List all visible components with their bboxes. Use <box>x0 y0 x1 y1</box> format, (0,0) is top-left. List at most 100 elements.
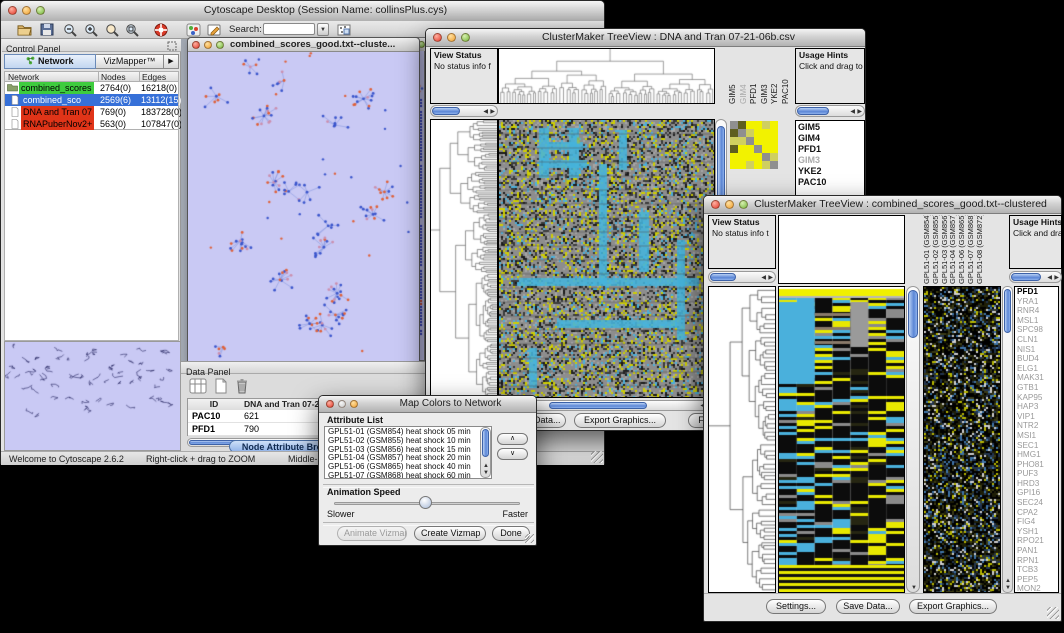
gene-label[interactable]: MON2 <box>1015 584 1058 593</box>
attribute-item[interactable]: GPL51-07 (GSM868) heat shock 60 min <box>325 472 491 479</box>
matrix-cell[interactable] <box>730 153 738 161</box>
gene-label[interactable]: MSI1 <box>1015 431 1058 441</box>
matrix-cell[interactable] <box>746 161 754 169</box>
attribute-list[interactable]: GPL51-01 (GSM854) heat shock 05 minGPL51… <box>324 426 492 479</box>
gene-label[interactable]: FIG4 <box>1015 517 1058 527</box>
gene-label[interactable]: RPO21 <box>1015 536 1058 546</box>
treeview1-title-bar[interactable]: ClusterMaker TreeView : DNA and Tran 07-… <box>426 29 865 47</box>
network-table-row[interactable]: combined_scores2764(0)16218(0) <box>5 82 178 94</box>
col-header-network[interactable]: Network <box>8 72 39 82</box>
col-header-nodes[interactable]: Nodes <box>98 72 126 82</box>
matrix-cell[interactable] <box>762 161 770 169</box>
gene-label[interactable]: MSL1 <box>1015 316 1058 326</box>
minimize-button[interactable] <box>725 200 734 209</box>
tv1-row-label[interactable]: GIM3 <box>796 155 864 166</box>
network-name[interactable]: combined_scores <box>19 82 94 94</box>
tv1-row-dendrogram[interactable] <box>430 119 498 398</box>
new-document-icon[interactable] <box>213 378 229 394</box>
network-overview-panel[interactable] <box>4 341 181 451</box>
gene-label[interactable]: KAP95 <box>1015 393 1058 403</box>
matrix-cell[interactable] <box>762 129 770 137</box>
tv1-row-label[interactable]: GIM5 <box>796 122 864 133</box>
gene-label[interactable]: CPA2 <box>1015 508 1058 518</box>
tab-network[interactable]: Network <box>4 54 96 69</box>
move-down-button[interactable]: ∨ <box>497 448 528 460</box>
gene-label[interactable]: SPC98 <box>1015 325 1058 335</box>
matrix-cell[interactable] <box>762 153 770 161</box>
network-table-row[interactable]: combined_sco2569(6)13112(15) <box>5 94 178 106</box>
tv2-button[interactable]: Export Graphics... <box>909 599 997 614</box>
trash-icon[interactable] <box>235 378 249 394</box>
gene-label[interactable]: PAN1 <box>1015 546 1058 556</box>
resize-grip[interactable] <box>525 534 534 543</box>
table-grid-icon[interactable] <box>189 378 207 394</box>
close-button[interactable] <box>326 400 334 408</box>
treeview2-title-bar[interactable]: ClusterMaker TreeView : combined_scores_… <box>704 196 1061 214</box>
tv1-column-label[interactable]: GIM3 <box>761 48 771 104</box>
tv1-summary-matrix[interactable] <box>730 121 778 169</box>
tv2-global-vscrollbar[interactable]: ▲ ▼ <box>1002 286 1013 593</box>
gene-label[interactable]: NIS1 <box>1015 345 1058 355</box>
minimize-button[interactable] <box>447 33 456 42</box>
gene-label[interactable]: CLN1 <box>1015 335 1058 345</box>
matrix-cell[interactable] <box>754 161 762 169</box>
open-file-icon[interactable] <box>17 23 32 36</box>
network-name[interactable]: DNA and Tran 07 <box>21 106 94 118</box>
gene-label[interactable]: PUF3 <box>1015 469 1058 479</box>
gene-label[interactable]: NTR2 <box>1015 421 1058 431</box>
tab-overflow-button[interactable]: ▶ <box>164 54 179 69</box>
matrix-cell[interactable] <box>730 121 738 129</box>
float-panel-icon[interactable] <box>167 41 177 51</box>
tv1-row-label[interactable]: GIM4 <box>796 133 864 144</box>
zoom-selected-icon[interactable] <box>105 23 120 37</box>
network-table-row[interactable]: DNA and Tran 07769(0)183728(0) <box>5 106 178 118</box>
zoom-in-icon[interactable] <box>84 23 99 37</box>
matrix-cell[interactable] <box>754 121 762 129</box>
matrix-cell[interactable] <box>738 137 746 145</box>
tv2-button[interactable]: Settings... <box>766 599 826 614</box>
animation-slider-thumb[interactable] <box>419 496 432 509</box>
matrix-cell[interactable] <box>770 145 778 153</box>
resize-grip[interactable] <box>1047 607 1059 619</box>
tab-vizmapper[interactable]: VizMapper™ <box>96 54 164 69</box>
gene-label[interactable]: MAK31 <box>1015 373 1058 383</box>
id-column-header[interactable]: ID <box>188 399 241 410</box>
matrix-cell[interactable] <box>738 161 746 169</box>
tv2-button[interactable]: Save Data... <box>836 599 900 614</box>
annotation-icon[interactable] <box>207 23 222 37</box>
zoom-out-icon[interactable] <box>63 23 78 37</box>
matrix-cell[interactable] <box>730 145 738 153</box>
gene-label[interactable]: YSH1 <box>1015 527 1058 537</box>
tv1-column-label[interactable]: PAC10 <box>782 48 792 104</box>
matrix-cell[interactable] <box>762 145 770 153</box>
matrix-cell[interactable] <box>746 145 754 153</box>
gene-label[interactable]: ELG1 <box>1015 364 1058 374</box>
minimize-button[interactable] <box>22 6 31 15</box>
matrix-cell[interactable] <box>754 129 762 137</box>
gene-label[interactable]: YRA1 <box>1015 297 1058 307</box>
child1-title-bar[interactable]: combined_scores_good.txt--cluste... <box>188 38 419 52</box>
matrix-cell[interactable] <box>754 145 762 153</box>
tv2-labels-hscrollbar[interactable]: ◀▶ <box>1009 271 1062 283</box>
vizmapper-icon[interactable] <box>186 23 201 37</box>
zoom-button[interactable] <box>461 33 470 42</box>
zoom-button[interactable] <box>350 400 358 408</box>
tv1-column-label[interactable]: GIM4 <box>740 48 750 104</box>
col-header-edges[interactable]: Edges <box>139 72 166 82</box>
close-button[interactable] <box>192 41 200 49</box>
close-button[interactable] <box>8 6 17 15</box>
gene-label[interactable]: GTB1 <box>1015 383 1058 393</box>
resize-grip[interactable] <box>591 451 603 463</box>
matrix-cell[interactable] <box>770 129 778 137</box>
matrix-cell[interactable] <box>770 153 778 161</box>
network-view-1[interactable] <box>188 52 419 362</box>
gene-label[interactable]: HRD3 <box>1015 479 1058 489</box>
tv2-global-heatmap[interactable] <box>923 286 1001 593</box>
birdseye-icon[interactable] <box>337 23 352 37</box>
matrix-cell[interactable] <box>746 153 754 161</box>
matrix-cell[interactable] <box>770 121 778 129</box>
tv1-row-label[interactable]: YKE2 <box>796 166 864 177</box>
create-vizmap-button[interactable]: Create Vizmap <box>414 526 486 541</box>
tv1-row-label[interactable]: PFD1 <box>796 144 864 155</box>
animate-vizmap-button[interactable]: Animate Vizmap <box>337 526 407 541</box>
